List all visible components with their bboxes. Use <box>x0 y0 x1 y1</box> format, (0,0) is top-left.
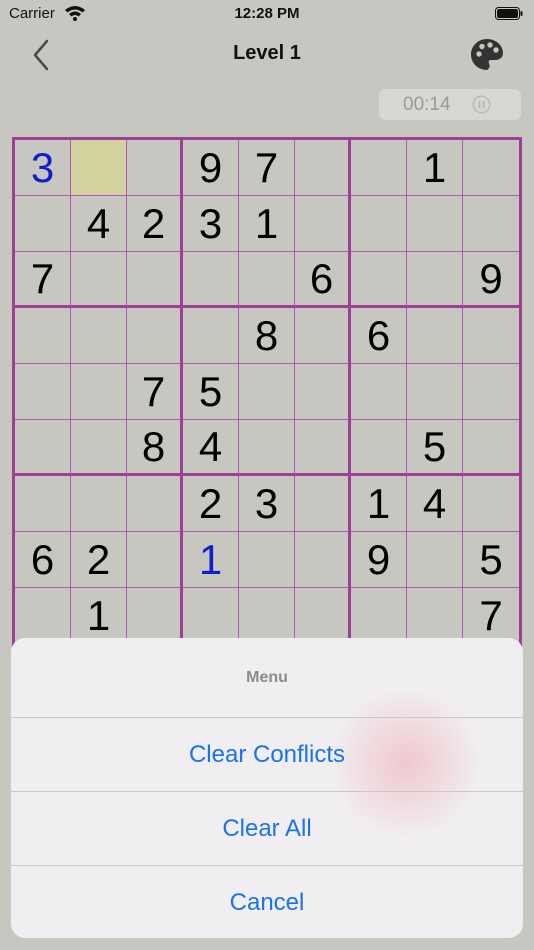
sudoku-cell[interactable] <box>71 364 127 420</box>
sudoku-cell[interactable]: 6 <box>351 308 407 364</box>
navigation-bar: Level 1 <box>0 30 534 80</box>
battery-icon <box>495 7 523 20</box>
sudoku-cell[interactable]: 9 <box>463 252 519 308</box>
sudoku-cell[interactable]: 2 <box>71 532 127 588</box>
sudoku-cell[interactable]: 7 <box>239 140 295 196</box>
sudoku-cell[interactable]: 6 <box>15 532 71 588</box>
sudoku-cell[interactable] <box>239 532 295 588</box>
sudoku-cell[interactable] <box>15 364 71 420</box>
sudoku-cell[interactable] <box>295 364 351 420</box>
sudoku-cell[interactable] <box>71 308 127 364</box>
sudoku-cell[interactable]: 1 <box>239 196 295 252</box>
sudoku-cell[interactable] <box>15 196 71 252</box>
sudoku-cell[interactable] <box>463 476 519 532</box>
pause-icon[interactable] <box>472 95 491 114</box>
sudoku-cell[interactable]: 2 <box>127 196 183 252</box>
clear-conflicts-button[interactable]: Clear Conflicts <box>11 717 523 792</box>
sudoku-cell[interactable]: 7 <box>15 252 71 308</box>
sudoku-cell[interactable] <box>407 252 463 308</box>
sudoku-cell[interactable]: 4 <box>407 476 463 532</box>
sudoku-cell[interactable] <box>127 252 183 308</box>
sudoku-cell[interactable] <box>407 196 463 252</box>
sudoku-cell[interactable] <box>71 476 127 532</box>
theme-button[interactable] <box>468 36 506 74</box>
sudoku-cell[interactable]: 8 <box>127 420 183 476</box>
sudoku-cell[interactable] <box>407 308 463 364</box>
cancel-button[interactable]: Cancel <box>11 865 523 938</box>
sudoku-cell[interactable]: 5 <box>463 532 519 588</box>
sudoku-cell[interactable] <box>463 196 519 252</box>
sudoku-cell[interactable] <box>183 308 239 364</box>
action-sheet: Menu Clear Conflicts Clear All Cancel <box>11 638 523 938</box>
sudoku-cell[interactable] <box>351 140 407 196</box>
sudoku-cell[interactable]: 8 <box>239 308 295 364</box>
page-title: Level 1 <box>233 42 301 64</box>
sudoku-cell[interactable] <box>127 476 183 532</box>
sudoku-cell[interactable] <box>351 252 407 308</box>
sudoku-cell[interactable]: 1 <box>407 140 463 196</box>
status-time: 12:28 PM <box>234 5 300 22</box>
sudoku-cell[interactable]: 3 <box>239 476 295 532</box>
sudoku-cell[interactable] <box>127 140 183 196</box>
sudoku-cell[interactable] <box>15 308 71 364</box>
sudoku-cell[interactable] <box>295 196 351 252</box>
sudoku-cell[interactable]: 3 <box>15 140 71 196</box>
sudoku-cell[interactable] <box>15 476 71 532</box>
sudoku-cell[interactable] <box>71 252 127 308</box>
sudoku-cell[interactable] <box>463 420 519 476</box>
sudoku-cell[interactable] <box>15 420 71 476</box>
sudoku-cell[interactable]: 4 <box>71 196 127 252</box>
sudoku-cell[interactable] <box>295 140 351 196</box>
sudoku-cell[interactable]: 5 <box>407 420 463 476</box>
sudoku-cell[interactable]: 9 <box>183 140 239 196</box>
sudoku-cell[interactable]: 7 <box>127 364 183 420</box>
sudoku-board: 39714231769867584523146219517 <box>12 137 522 647</box>
sudoku-cell[interactable] <box>463 364 519 420</box>
sudoku-cell[interactable] <box>239 364 295 420</box>
sudoku-cell[interactable] <box>463 140 519 196</box>
palette-icon <box>471 39 503 70</box>
sudoku-cell[interactable] <box>463 308 519 364</box>
sudoku-cell[interactable] <box>295 308 351 364</box>
sudoku-cell[interactable] <box>295 420 351 476</box>
sudoku-cell[interactable]: 2 <box>183 476 239 532</box>
sudoku-cell[interactable] <box>71 140 127 196</box>
sudoku-cell[interactable]: 5 <box>183 364 239 420</box>
sudoku-cell[interactable]: 1 <box>183 532 239 588</box>
sudoku-cell[interactable]: 1 <box>351 476 407 532</box>
clear-all-button[interactable]: Clear All <box>11 791 523 866</box>
menu-title: Menu <box>246 668 288 686</box>
sudoku-cell[interactable]: 9 <box>351 532 407 588</box>
status-bar: Carrier 12:28 PM <box>0 0 534 30</box>
sudoku-cell[interactable] <box>183 252 239 308</box>
sudoku-cell[interactable] <box>295 476 351 532</box>
sudoku-cell[interactable] <box>351 196 407 252</box>
sudoku-cell[interactable] <box>407 532 463 588</box>
sudoku-cell[interactable] <box>351 364 407 420</box>
sudoku-cell[interactable] <box>127 308 183 364</box>
sudoku-cell[interactable]: 4 <box>183 420 239 476</box>
sudoku-cell[interactable] <box>239 420 295 476</box>
timer-display: 00:14 <box>379 89 521 120</box>
sudoku-cell[interactable]: 6 <box>295 252 351 308</box>
sudoku-cell[interactable]: 3 <box>183 196 239 252</box>
sudoku-cell[interactable] <box>351 420 407 476</box>
sudoku-cell[interactable] <box>239 252 295 308</box>
sudoku-cell[interactable] <box>295 532 351 588</box>
sudoku-cell[interactable] <box>71 420 127 476</box>
sudoku-cell[interactable] <box>127 532 183 588</box>
sudoku-cell[interactable] <box>407 364 463 420</box>
timer-value: 00:14 <box>403 94 451 115</box>
